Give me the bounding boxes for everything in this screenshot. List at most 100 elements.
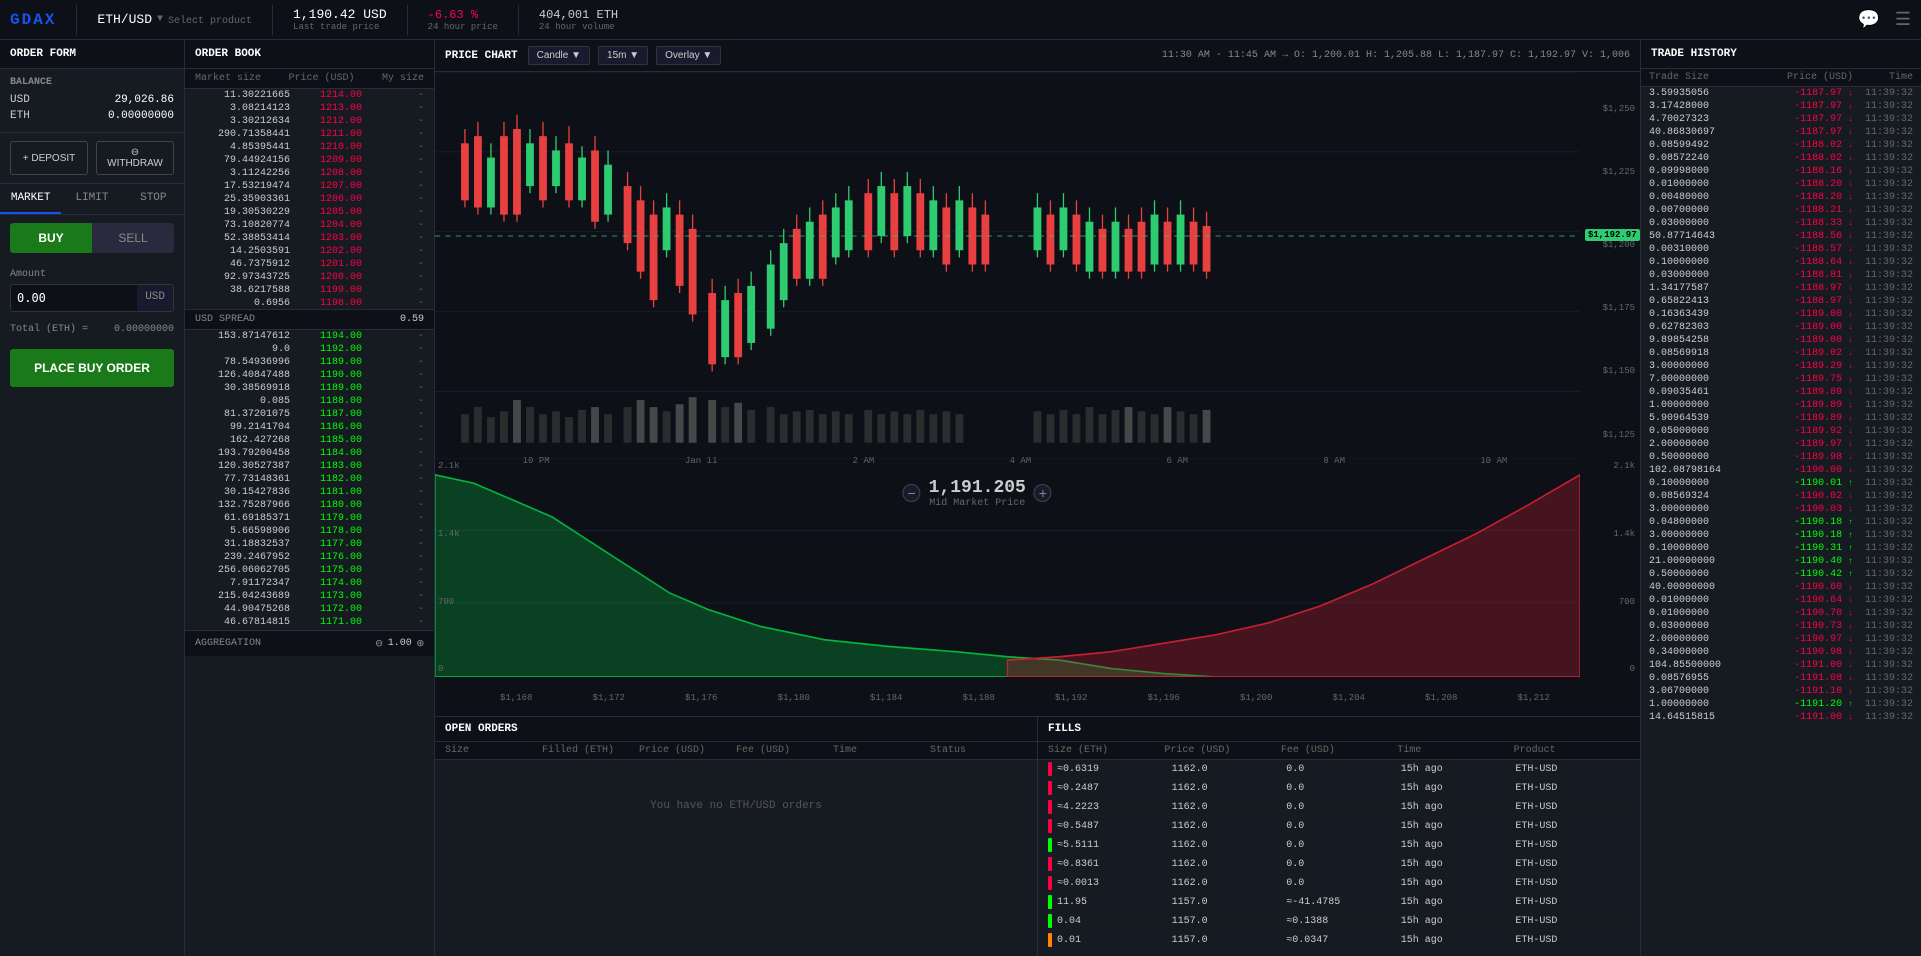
pair-selector[interactable]: ETH/USD ▼ Select product [97,12,252,27]
fill-price: 1162.0 [1172,783,1287,794]
bid-row[interactable]: 44.904752681172.00- [185,603,434,616]
zoom-in-button[interactable]: + [1034,484,1052,502]
th-trade-time: 11:39:32 [1853,296,1913,307]
order-book-header: Market size Price (USD) My size [185,69,434,89]
bid-row[interactable]: 77.731483611182.00- [185,473,434,486]
ask-row[interactable]: 38.62175881199.00- [185,284,434,297]
bid-row[interactable]: 30.154278361181.00- [185,486,434,499]
th-trade-price: -1189.92 ↓ [1783,426,1853,437]
th-trade-time: 11:39:32 [1853,374,1913,385]
depth-x-1188: $1,188 [963,693,995,703]
agg-decrease-button[interactable]: ⊖ [376,636,383,651]
zoom-out-button[interactable]: − [903,484,921,502]
fill-size: 0.01 [1057,935,1172,946]
bid-row[interactable]: 31.188325371177.00- [185,538,434,551]
open-orders-panel: OPEN ORDERS Size Filled (ETH) Price (USD… [435,717,1038,956]
th-trade-time: 11:39:32 [1853,699,1913,710]
ask-row[interactable]: 3.302126341212.00- [185,115,434,128]
fill-indicator [1048,762,1052,776]
fill-time: 15h ago [1401,821,1516,832]
buy-button[interactable]: BUY [10,223,92,253]
trade-history-row: 2.00000000 -1190.97 ↓ 11:39:32 [1641,633,1921,646]
th-trade-time: 11:39:32 [1853,270,1913,281]
agg-increase-button[interactable]: ⊕ [417,636,424,651]
sell-button[interactable]: SELL [92,223,174,253]
ask-row[interactable]: 14.25035911202.00- [185,245,434,258]
bid-row[interactable]: 132.752879661180.00- [185,499,434,512]
gdax-logo: GDAX [10,11,56,29]
fills-row: ≈4.2223 1162.0 0.0 15h ago ETH-USD [1038,798,1640,817]
th-trade-time: 11:39:32 [1853,127,1913,138]
chart-timeframe-dropdown[interactable]: 15m ▼ [598,46,648,65]
bid-row[interactable]: 5.665989061178.00- [185,525,434,538]
ask-row[interactable]: 92.973437251200.00- [185,271,434,284]
fill-product: ETH-USD [1515,916,1630,927]
total-value: 0.00000000 [114,324,174,335]
fill-fee: 0.0 [1286,802,1401,813]
amount-input[interactable] [11,285,137,311]
th-trade-price: -1188.21 ↓ [1783,205,1853,216]
oo-col-price: Price (USD) [639,745,736,756]
ask-row[interactable]: 11.302216651214.00- [185,89,434,102]
bid-row[interactable]: 78.549369961189.00- [185,356,434,369]
ask-row[interactable]: 3.082141231213.00- [185,102,434,115]
ask-row[interactable]: 46.73759121201.00- [185,258,434,271]
th-trade-time: 11:39:32 [1853,348,1913,359]
tab-stop[interactable]: STOP [123,184,184,214]
bid-row[interactable]: 256.060627051175.00- [185,564,434,577]
trade-history-header: Trade Size Price (USD) Time [1641,69,1921,87]
bid-row[interactable]: 9.01192.00- [185,343,434,356]
ask-row[interactable]: 25.359033611206.00- [185,193,434,206]
bid-row[interactable]: 193.792004581184.00- [185,447,434,460]
th-trade-size: 0.08572240 [1649,153,1783,164]
th-trade-size: 3.00000000 [1649,530,1783,541]
ask-row[interactable]: 290.713584411211.00- [185,128,434,141]
th-trade-time: 11:39:32 [1853,543,1913,554]
bid-row[interactable]: 30.385699181189.00- [185,382,434,395]
ask-row[interactable]: 73.108207741204.00- [185,219,434,232]
bid-row[interactable]: 120.305273871183.00- [185,460,434,473]
ask-row[interactable]: 17.532194741207.00- [185,180,434,193]
th-trade-size: 0.00700000 [1649,205,1783,216]
place-order-button[interactable]: PLACE BUY ORDER [10,349,174,387]
bid-row[interactable]: 81.372010751187.00- [185,408,434,421]
chart-overlay-dropdown[interactable]: Overlay ▼ [656,46,721,65]
bid-row[interactable]: 46.678148151171.00- [185,616,434,629]
amount-input-container: USD [10,284,174,312]
th-trade-time: 11:39:32 [1853,517,1913,528]
bid-row[interactable]: 215.042436891173.00- [185,590,434,603]
bid-row[interactable]: 126.408474881190.00- [185,369,434,382]
deposit-button[interactable]: + DEPOSIT [10,141,88,175]
th-trade-price: -1190.60 ↓ [1783,582,1853,593]
ask-row[interactable]: 3.112422561208.00- [185,167,434,180]
depth-y-700: 700 [438,597,467,607]
total-row: Total (ETH) = 0.00000000 [0,320,184,339]
fill-time: 15h ago [1401,840,1516,851]
tab-limit[interactable]: LIMIT [61,184,122,214]
th-trade-time: 11:39:32 [1853,582,1913,593]
tab-market[interactable]: MARKET [0,184,61,214]
bid-row[interactable]: 7.911723471174.00- [185,577,434,590]
withdraw-button[interactable]: ⊖ WITHDRAW [96,141,174,175]
bid-row[interactable]: 153.871476121194.00- [185,330,434,343]
chart-type-dropdown[interactable]: Candle ▼ [528,46,590,65]
bid-row[interactable]: 99.21417041186.00- [185,421,434,434]
ask-row[interactable]: 79.449241561209.00- [185,154,434,167]
bid-row[interactable]: 61.691853711179.00- [185,512,434,525]
bid-row[interactable]: 102.307136021170.00- [185,629,434,630]
bid-row[interactable]: 162.4272681185.00- [185,434,434,447]
ask-row[interactable]: 0.69561198.00- [185,297,434,309]
bid-row[interactable]: 0.0851188.00- [185,395,434,408]
ask-row[interactable]: 19.305302291205.00- [185,206,434,219]
ask-row[interactable]: 4.853954411210.00- [185,141,434,154]
trade-history-row: 0.08599492 -1188.02 ↓ 11:39:32 [1641,139,1921,152]
fill-size: 0.04 [1057,916,1172,927]
fill-size: ≈0.8361 [1057,859,1172,870]
ask-row[interactable]: 52.388534141203.00- [185,232,434,245]
chat-icon[interactable]: 💬 [1857,9,1879,31]
price-change: -6.63 % [428,8,498,22]
depth-x-1172: $1,172 [593,693,625,703]
menu-icon[interactable]: ☰ [1895,9,1911,31]
bid-row[interactable]: 239.24679521176.00- [185,551,434,564]
fill-product: ETH-USD [1515,935,1630,946]
